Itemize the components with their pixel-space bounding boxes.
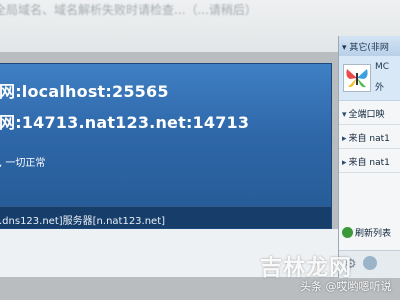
server-footer: .dns123.net]服务器[n.nat123.net]	[0, 206, 331, 228]
refresh-icon	[342, 227, 353, 238]
status-panel: 网:localhost:25565 网:14713.nat123.net:147…	[0, 63, 332, 229]
faded-title-text: 全局域名、域名解析失败时请检查...（...请稍后）	[0, 3, 257, 17]
list-item-label: 来自 nat1	[348, 158, 390, 168]
refresh-list-button[interactable]: 刷新列表	[342, 226, 400, 244]
chevron-right-icon: ▸	[342, 158, 347, 168]
contact-list-pane: ▾ 其它(非网 MC 外 ▾ 全端口映 ▸ 来自 nat1 ▸ 来自 nat1 刷新列…	[338, 36, 400, 278]
chevron-down-icon: ▾	[342, 110, 347, 120]
contact-item[interactable]: MC 外	[339, 56, 400, 101]
contact-name: MC	[375, 62, 390, 72]
contact-subtitle: 外	[375, 83, 385, 93]
list-item-label: 来自 nat1	[348, 134, 390, 144]
local-address: 网:localhost:25565	[0, 82, 169, 101]
chevron-right-icon: ▸	[342, 134, 347, 144]
list-item[interactable]: ▾ 全端口映	[339, 101, 400, 125]
list-item-label: 全端口映	[348, 110, 385, 120]
group-header-label: 其它(非网	[349, 43, 389, 53]
avatar	[343, 64, 371, 92]
external-address: 网:14713.nat123.net:14713	[0, 113, 250, 132]
status-text: , 一切正常	[0, 158, 46, 169]
group-arrow-icon: ▾	[342, 43, 347, 53]
group-header[interactable]: ▾ 其它(非网	[339, 36, 400, 56]
chat-bubble-icon[interactable]	[363, 256, 377, 270]
refresh-label: 刷新列表	[355, 229, 392, 239]
butterfly-logo-icon	[346, 69, 368, 88]
watermark-credit: 头条 @哎哟嗯听说	[300, 280, 392, 293]
list-item[interactable]: ▸ 来自 nat1	[339, 125, 400, 149]
list-item[interactable]: ▸ 来自 nat1	[339, 149, 400, 173]
